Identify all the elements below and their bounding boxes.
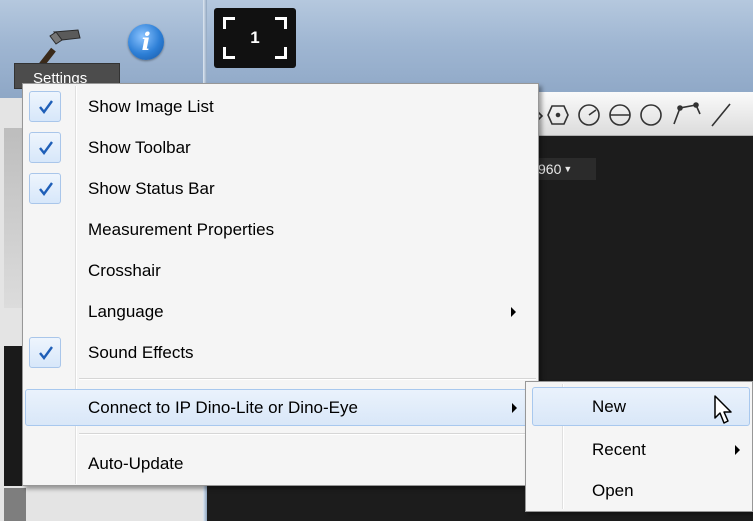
info-icon[interactable]: i xyxy=(128,24,164,60)
resolution-value: 960 xyxy=(538,161,562,177)
mouse-pointer-icon xyxy=(714,395,732,424)
view-layout-button[interactable]: 1 xyxy=(214,8,296,68)
menu-item-language[interactable]: Language xyxy=(25,293,536,330)
view-count: 1 xyxy=(250,28,260,47)
chevron-right-icon xyxy=(735,445,740,455)
chevron-right-icon xyxy=(511,307,516,317)
image-thumbnail[interactable] xyxy=(4,488,26,521)
menu-item-sound-effects[interactable]: Sound Effects xyxy=(25,334,536,371)
settings-menu: Show Image List Show Toolbar Show Status… xyxy=(22,83,539,486)
checkmark-icon xyxy=(29,132,61,163)
chevron-right-icon xyxy=(512,403,517,413)
menu-item-auto-update[interactable]: Auto-Update xyxy=(25,445,536,482)
submenu-item-open[interactable]: Open xyxy=(532,471,750,510)
checkmark-icon xyxy=(29,337,61,368)
menu-item-show-image-list[interactable]: Show Image List xyxy=(25,88,536,125)
menu-item-show-status-bar[interactable]: Show Status Bar xyxy=(25,170,536,207)
menu-separator xyxy=(79,433,536,435)
checkmark-icon xyxy=(29,173,61,204)
submenu-item-recent[interactable]: Recent xyxy=(532,430,750,469)
shape-tools-icons[interactable] xyxy=(534,100,753,130)
menu-separator xyxy=(79,378,536,380)
menu-item-show-toolbar[interactable]: Show Toolbar xyxy=(25,129,536,166)
menu-item-measurement-properties[interactable]: Measurement Properties xyxy=(25,211,536,248)
resolution-dropdown[interactable]: 960 ▼ xyxy=(536,158,596,180)
settings-button[interactable]: Settings xyxy=(12,6,120,90)
menu-item-connect-ip-dino-lite[interactable]: Connect to IP Dino-Lite or Dino-Eye xyxy=(25,389,536,426)
menu-item-crosshair[interactable]: Crosshair xyxy=(25,252,536,289)
measurement-toolbar xyxy=(530,92,753,136)
chevron-down-icon: ▼ xyxy=(563,164,573,174)
checkmark-icon xyxy=(29,91,61,122)
